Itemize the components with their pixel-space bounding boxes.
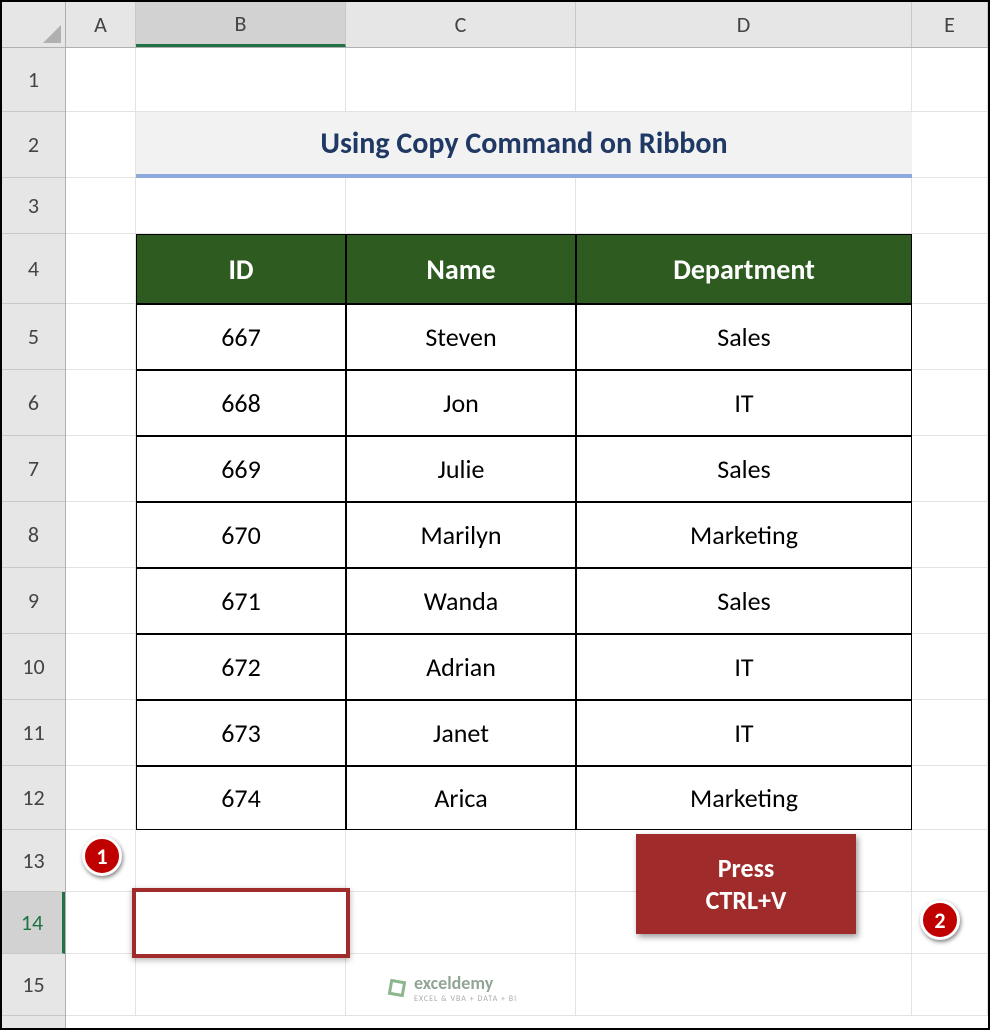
cell-A15[interactable]: [66, 954, 136, 1016]
grid-area[interactable]: Using Copy Command on Ribbon IDNameDepart…: [66, 48, 988, 1028]
row-header-10[interactable]: 10: [2, 634, 65, 700]
cell-E9[interactable]: [912, 568, 988, 634]
cell-id-670[interactable]: 670: [136, 502, 346, 568]
cell-A11[interactable]: [66, 700, 136, 766]
cell-name-672[interactable]: Adrian: [346, 634, 576, 700]
cell-B3[interactable]: [136, 178, 346, 234]
col-header-A[interactable]: A: [66, 2, 136, 47]
cell-A12[interactable]: [66, 766, 136, 830]
selection-highlight: [132, 888, 350, 958]
cell-name-674[interactable]: Arica: [346, 766, 576, 830]
cell-name-667[interactable]: Steven: [346, 304, 576, 370]
cell-E13[interactable]: [912, 830, 988, 892]
col-header-E[interactable]: E: [912, 2, 988, 47]
step-badge-2: 2: [920, 900, 960, 940]
step-badge-1: 1: [82, 836, 122, 876]
row-header-7[interactable]: 7: [2, 436, 65, 502]
row-header-11[interactable]: 11: [2, 700, 65, 766]
cell-B1[interactable]: [136, 48, 346, 112]
cell-name-671[interactable]: Wanda: [346, 568, 576, 634]
row-header-5[interactable]: 5: [2, 304, 65, 370]
cell-id-672[interactable]: 672: [136, 634, 346, 700]
title: Using Copy Command on Ribbon: [136, 112, 912, 178]
cell-E11[interactable]: [912, 700, 988, 766]
row-header-3[interactable]: 3: [2, 178, 65, 234]
cell-A3[interactable]: [66, 178, 136, 234]
cell-A6[interactable]: [66, 370, 136, 436]
col-header-C[interactable]: C: [346, 2, 576, 47]
row-header-2[interactable]: 2: [2, 112, 65, 178]
press-ctrl-v-callout: PressCTRL+V: [636, 834, 856, 934]
cell-name-668[interactable]: Jon: [346, 370, 576, 436]
cell-dept-667[interactable]: Sales: [576, 304, 912, 370]
cell-dept-670[interactable]: Marketing: [576, 502, 912, 568]
cell-dept-673[interactable]: IT: [576, 700, 912, 766]
row-header-1[interactable]: 1: [2, 48, 65, 112]
cell-name-669[interactable]: Julie: [346, 436, 576, 502]
cell-id-673[interactable]: 673: [136, 700, 346, 766]
table-header-department: Department: [576, 234, 912, 304]
cell-dept-668[interactable]: IT: [576, 370, 912, 436]
cell-A5[interactable]: [66, 304, 136, 370]
cell-A2[interactable]: [66, 112, 136, 178]
watermark: exceldemyEXCEL & VBA + DATA + BI: [386, 972, 517, 1004]
cell-name-670[interactable]: Marilyn: [346, 502, 576, 568]
cell-id-668[interactable]: 668: [136, 370, 346, 436]
cell-E12[interactable]: [912, 766, 988, 830]
cell-B15[interactable]: [136, 954, 346, 1016]
cell-id-674[interactable]: 674: [136, 766, 346, 830]
cell-C3[interactable]: [346, 178, 576, 234]
col-header-B[interactable]: B: [136, 2, 346, 47]
cell-A14[interactable]: [66, 892, 136, 954]
cell-E1[interactable]: [912, 48, 988, 112]
cell-id-671[interactable]: 671: [136, 568, 346, 634]
cell-D1[interactable]: [576, 48, 912, 112]
cell-C14[interactable]: [346, 892, 576, 954]
table-header-name: Name: [346, 234, 576, 304]
cell-D3[interactable]: [576, 178, 912, 234]
cell-name-673[interactable]: Janet: [346, 700, 576, 766]
cell-C13[interactable]: [346, 830, 576, 892]
cell-E10[interactable]: [912, 634, 988, 700]
cell-E6[interactable]: [912, 370, 988, 436]
cell-dept-671[interactable]: Sales: [576, 568, 912, 634]
cell-A1[interactable]: [66, 48, 136, 112]
cell-id-669[interactable]: 669: [136, 436, 346, 502]
cell-dept-669[interactable]: Sales: [576, 436, 912, 502]
cell-E7[interactable]: [912, 436, 988, 502]
col-header-D[interactable]: D: [576, 2, 912, 47]
cell-A4[interactable]: [66, 234, 136, 304]
cell-dept-674[interactable]: Marketing: [576, 766, 912, 830]
cell-E2[interactable]: [912, 112, 988, 178]
row-header-4[interactable]: 4: [2, 234, 65, 304]
row-header-12[interactable]: 12: [2, 766, 65, 830]
row-header-13[interactable]: 13: [2, 830, 65, 892]
cell-D15[interactable]: [576, 954, 912, 1016]
column-headers: ABCDE: [66, 2, 988, 48]
row-header-6[interactable]: 6: [2, 370, 65, 436]
cell-dept-672[interactable]: IT: [576, 634, 912, 700]
cell-C1[interactable]: [346, 48, 576, 112]
row-header-8[interactable]: 8: [2, 502, 65, 568]
cell-A8[interactable]: [66, 502, 136, 568]
cell-A7[interactable]: [66, 436, 136, 502]
row-header-9[interactable]: 9: [2, 568, 65, 634]
cell-B13[interactable]: [136, 830, 346, 892]
cell-E4[interactable]: [912, 234, 988, 304]
cell-E5[interactable]: [912, 304, 988, 370]
row-header-15[interactable]: 15: [2, 954, 65, 1016]
cell-A10[interactable]: [66, 634, 136, 700]
cell-A9[interactable]: [66, 568, 136, 634]
cell-E3[interactable]: [912, 178, 988, 234]
row-headers: 123456789101112131415: [2, 48, 66, 1028]
row-header-14[interactable]: 14: [2, 892, 65, 954]
cell-E15[interactable]: [912, 954, 988, 1016]
cell-id-667[interactable]: 667: [136, 304, 346, 370]
select-all-corner[interactable]: [2, 2, 66, 48]
cell-E8[interactable]: [912, 502, 988, 568]
table-header-id: ID: [136, 234, 346, 304]
